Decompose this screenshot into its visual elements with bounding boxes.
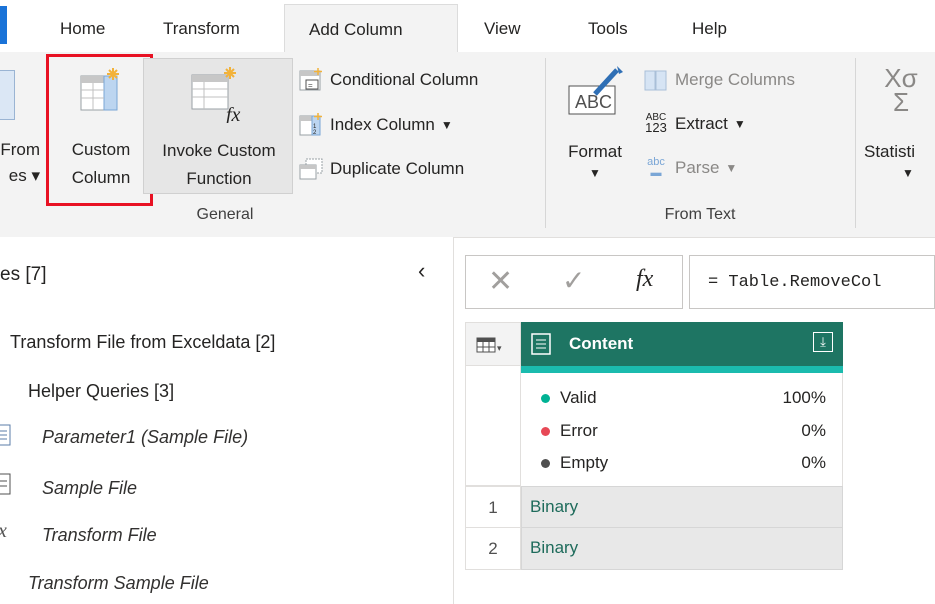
queries-pane [0,237,454,604]
quality-empty-value: 0% [801,453,826,472]
table-cell-binary[interactable]: Binary [521,486,843,528]
index-column-label: Index Column [330,115,435,134]
quality-error-row: Error 0% [541,421,826,441]
quality-empty-label: Empty [560,453,609,472]
query-item-sample-file[interactable]: Sample File [42,478,137,499]
merge-columns-icon [644,70,667,91]
format-button[interactable]: ABC Format ▼ [555,60,635,195]
quality-error-label: Error [560,421,598,440]
column-header-label: Content [569,334,634,353]
column-from-examples-icon [0,70,15,120]
duplicate-column-label: Duplicate Column [330,159,465,178]
collapse-chevron-icon[interactable]: ‹ [418,258,425,284]
quality-empty-row: Empty 0% [541,453,826,473]
quality-valid-value: 100% [782,388,826,407]
format-label: Format [568,142,622,161]
svg-text:fx: fx [226,104,241,123]
highlight-rectangle [46,54,153,206]
tab-help[interactable]: Help [692,0,727,52]
function-query-icon: x [0,520,7,543]
empty-dot-icon [541,459,550,469]
ribbon-tab-bar: Home Transform Add Column View Tools Hel… [0,0,935,56]
statistics-icon: Xσ Σ [884,63,918,117]
general-group-label: General [196,206,254,223]
from-examples-label-1[interactable]: From [0,140,40,160]
group-separator [545,58,546,228]
accent-bar [0,6,7,44]
table-query-icon [0,472,12,496]
commit-formula-icon[interactable]: ✓ [562,264,585,297]
queries-header: es [7] [0,264,47,285]
table-icon: ▾ [476,337,502,353]
extract-icon: ABC 123 [645,112,667,135]
tab-add-column[interactable]: Add Column [284,4,458,56]
query-group-helper-queries[interactable]: Helper Queries [3] [28,381,174,402]
parse-button[interactable]: abc ▬ Parse ▼ [643,157,737,179]
quality-error-value: 0% [801,421,826,440]
invoke-function-icon: fx [191,67,241,123]
invoke-custom-function-button[interactable]: fx Invoke Custom Function [143,58,293,194]
query-item-parameter1[interactable]: Parameter1 (Sample File) [42,427,248,448]
extract-button[interactable]: ABC 123 Extract ▼ [643,113,746,135]
svg-text:▾: ▾ [497,343,502,353]
statistics-button[interactable]: Xσ Σ Statisti ▼ [862,60,935,195]
row-number[interactable]: 2 [465,528,521,570]
tab-home[interactable]: Home [60,0,105,52]
corner-spacer [465,366,521,486]
extract-label: Extract [675,114,728,133]
conditional-column-button[interactable]: = Conditional Column [298,68,478,92]
cancel-formula-icon[interactable]: ✕ [488,264,513,299]
query-item-transform-file[interactable]: Transform File [42,525,157,546]
duplicate-column-button[interactable]: Duplicate Column [298,157,464,181]
svg-text:=: = [308,81,313,90]
extract-dropdown-icon: ▼ [733,117,746,131]
parse-label: Parse [675,158,720,177]
merge-columns-label: Merge Columns [675,70,795,89]
tab-view[interactable]: View [484,0,521,52]
column-quality-bar [521,366,843,373]
valid-dot-icon [541,394,550,404]
quality-valid-label: Valid [560,388,597,407]
parameter-icon [0,423,12,447]
duplicate-column-icon [299,158,323,180]
from-examples-label-2[interactable]: es ▾ [0,166,40,186]
expand-column-icon[interactable]: ⤓ [813,332,833,352]
query-group-transform-file[interactable]: Transform File from Exceldata [2] [10,332,275,353]
index-column-button[interactable]: 12 Index Column ▼ [298,113,453,137]
error-dot-icon [541,427,550,437]
from-text-group-label: From Text [664,206,736,223]
formula-text: = Table.RemoveCol [708,273,882,292]
format-dropdown-icon: ▼ [589,166,601,180]
formula-input[interactable]: = Table.RemoveCol [689,255,935,309]
column-header-content[interactable]: Content ⤓ [521,322,843,366]
invoke-custom-function-label-2: Function [186,169,252,188]
formula-buttons: ✕ ✓ fx [465,255,683,309]
statistics-label: Statisti [864,142,916,161]
format-icon: ABC [568,66,623,115]
svg-text:ABC: ABC [575,92,612,112]
group-separator [855,58,856,228]
quality-valid-row: Valid 100% [541,388,826,408]
binary-type-icon [531,333,551,355]
row-number[interactable]: 1 [465,486,521,528]
conditional-column-label: Conditional Column [330,70,479,89]
table-menu-button[interactable]: ▾ [465,322,521,366]
merge-columns-button[interactable]: Merge Columns [643,68,795,92]
tab-transform[interactable]: Transform [163,0,240,52]
parse-dropdown-icon: ▼ [725,161,738,175]
index-column-icon: 12 [299,113,322,136]
invoke-custom-function-label-1: Invoke Custom [162,141,276,160]
index-column-dropdown-icon: ▼ [440,118,453,132]
table-cell-binary[interactable]: Binary [521,528,843,570]
tab-tools[interactable]: Tools [588,0,628,52]
query-item-transform-sample-file[interactable]: Transform Sample File [28,573,209,594]
conditional-column-icon: = [299,68,322,91]
parse-icon: abc ▬ [647,156,665,179]
statistics-dropdown-icon: ▼ [902,166,914,180]
column-quality-panel: Valid 100% Error 0% Empty 0% [521,373,843,486]
insert-function-icon[interactable]: fx [636,266,653,293]
